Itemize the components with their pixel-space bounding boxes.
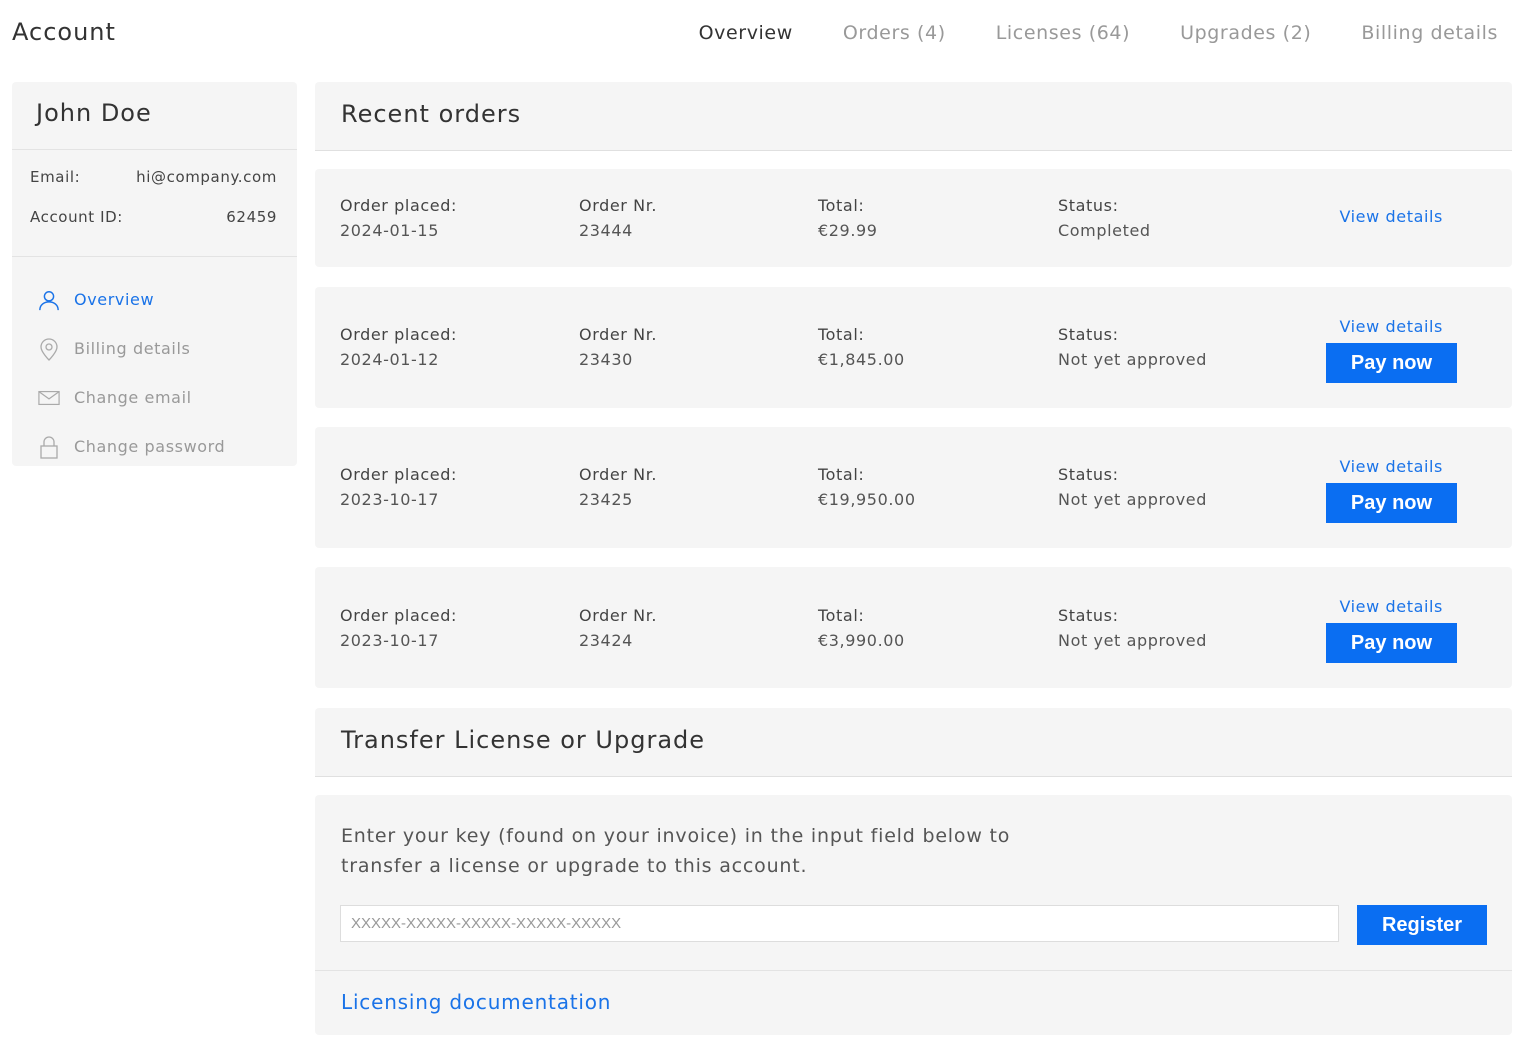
view-details-link[interactable]: View details: [1339, 597, 1443, 616]
sidebar-item-change-email[interactable]: Change email: [12, 373, 297, 422]
pay-now-button[interactable]: Pay now: [1326, 623, 1457, 663]
order-total-value: €29.99: [818, 221, 878, 240]
sidebar-nav: Overview Billing details Change email Ch…: [12, 257, 297, 471]
order-total-label: Total:: [818, 325, 865, 344]
transfer-description: Enter your key (found on your invoice) i…: [341, 825, 1011, 877]
sidebar: John Doe Email: hi@company.com Account I…: [12, 82, 297, 466]
order-total-value: €19,950.00: [818, 490, 916, 509]
top-tabs: Overview Orders (4) Licenses (64) Upgrad…: [649, 22, 1498, 44]
order-placed-label: Order placed:: [340, 606, 457, 625]
transfer-title: Transfer License or Upgrade: [315, 708, 1512, 777]
sidebar-item-label: Billing details: [74, 339, 191, 358]
order-placed-value: 2024-01-15: [340, 221, 439, 240]
recent-orders-title: Recent orders: [315, 82, 1512, 151]
order-status: Status: Not yet approved: [1058, 603, 1207, 653]
order-status-label: Status:: [1058, 325, 1119, 344]
status-badge: Not yet approved: [1058, 490, 1207, 509]
status-badge: Not yet approved: [1058, 350, 1207, 369]
order-status: Status: Completed: [1058, 193, 1151, 243]
order-placed: Order placed: 2024-01-15: [340, 193, 457, 243]
order-placed-value: 2023-10-17: [340, 631, 439, 650]
tab-upgrades[interactable]: Upgrades (2): [1180, 22, 1311, 44]
order-total-label: Total:: [818, 196, 865, 215]
order-status-label: Status:: [1058, 196, 1119, 215]
order-number-label: Order Nr.: [579, 465, 658, 484]
pay-now-button[interactable]: Pay now: [1326, 483, 1457, 523]
order-total-label: Total:: [818, 465, 865, 484]
order-card: Order placed: 2024-01-12 Order Nr. 23430…: [315, 287, 1512, 408]
order-total-label: Total:: [818, 606, 865, 625]
order-card: Order placed: 2024-01-15 Order Nr. 23444…: [315, 169, 1512, 267]
order-card: Order placed: 2023-10-17 Order Nr. 23424…: [315, 567, 1512, 688]
order-total: Total: €29.99: [818, 193, 878, 243]
tab-overview[interactable]: Overview: [699, 22, 793, 44]
order-total-value: €1,845.00: [818, 350, 905, 369]
sidebar-item-billing-details[interactable]: Billing details: [12, 324, 297, 373]
order-status: Status: Not yet approved: [1058, 462, 1207, 512]
order-number-value: 23444: [579, 221, 633, 240]
order-number-label: Order Nr.: [579, 606, 658, 625]
licensing-documentation-link[interactable]: Licensing documentation: [341, 990, 611, 1014]
user-icon: [38, 288, 60, 312]
register-button[interactable]: Register: [1357, 905, 1487, 945]
view-details-link[interactable]: View details: [1339, 207, 1443, 226]
tab-licenses[interactable]: Licenses (64): [996, 22, 1130, 44]
tab-billing-details[interactable]: Billing details: [1361, 22, 1498, 44]
account-id-label: Account ID:: [30, 208, 123, 226]
status-badge: Completed: [1058, 221, 1151, 240]
main-content: Recent orders Order placed: 2024-01-15 O…: [315, 82, 1512, 1035]
order-placed: Order placed: 2023-10-17: [340, 603, 457, 653]
order-placed-label: Order placed:: [340, 465, 457, 484]
order-card: Order placed: 2023-10-17 Order Nr. 23425…: [315, 427, 1512, 548]
order-number-label: Order Nr.: [579, 196, 658, 215]
sidebar-item-overview[interactable]: Overview: [12, 275, 297, 324]
order-placed-label: Order placed:: [340, 325, 457, 344]
order-status: Status: Not yet approved: [1058, 322, 1207, 372]
view-details-link[interactable]: View details: [1339, 317, 1443, 336]
order-placed-value: 2024-01-12: [340, 350, 439, 369]
order-total: Total: €1,845.00: [818, 322, 905, 372]
account-info: Email: hi@company.com Account ID: 62459: [12, 150, 297, 257]
transfer-section: Transfer License or Upgrade: [315, 708, 1512, 777]
account-id-row: Account ID: 62459: [30, 208, 277, 226]
email-value: hi@company.com: [136, 168, 277, 186]
sidebar-item-label: Change password: [74, 437, 226, 456]
order-status-label: Status:: [1058, 465, 1119, 484]
order-number: Order Nr. 23425: [579, 462, 657, 512]
order-placed-label: Order placed:: [340, 196, 457, 215]
status-badge: Not yet approved: [1058, 631, 1207, 650]
order-number-value: 23425: [579, 490, 633, 509]
sidebar-item-label: Overview: [74, 290, 155, 309]
location-pin-icon: [38, 337, 60, 361]
order-number: Order Nr. 23444: [579, 193, 657, 243]
email-label: Email:: [30, 168, 81, 186]
order-placed-value: 2023-10-17: [340, 490, 439, 509]
order-total: Total: €3,990.00: [818, 603, 905, 653]
pay-now-button[interactable]: Pay now: [1326, 343, 1457, 383]
page-title: Account: [12, 18, 116, 46]
envelope-icon: [38, 386, 60, 410]
user-name: John Doe: [12, 82, 297, 150]
order-number-value: 23424: [579, 631, 633, 650]
lock-icon: [38, 435, 60, 459]
sidebar-item-change-password[interactable]: Change password: [12, 422, 297, 471]
tab-orders[interactable]: Orders (4): [843, 22, 946, 44]
license-key-input[interactable]: [340, 905, 1339, 942]
order-status-label: Status:: [1058, 606, 1119, 625]
view-details-link[interactable]: View details: [1339, 457, 1443, 476]
order-placed: Order placed: 2024-01-12: [340, 322, 457, 372]
order-total: Total: €19,950.00: [818, 462, 916, 512]
order-number: Order Nr. 23424: [579, 603, 657, 653]
sidebar-item-label: Change email: [74, 388, 192, 407]
order-number: Order Nr. 23430: [579, 322, 657, 372]
order-total-value: €3,990.00: [818, 631, 905, 650]
order-number-value: 23430: [579, 350, 633, 369]
email-row: Email: hi@company.com: [30, 168, 277, 186]
order-number-label: Order Nr.: [579, 325, 658, 344]
account-id-value: 62459: [226, 208, 277, 226]
order-placed: Order placed: 2023-10-17: [340, 462, 457, 512]
transfer-panel: Enter your key (found on your invoice) i…: [315, 795, 1512, 1035]
divider: [315, 970, 1512, 971]
